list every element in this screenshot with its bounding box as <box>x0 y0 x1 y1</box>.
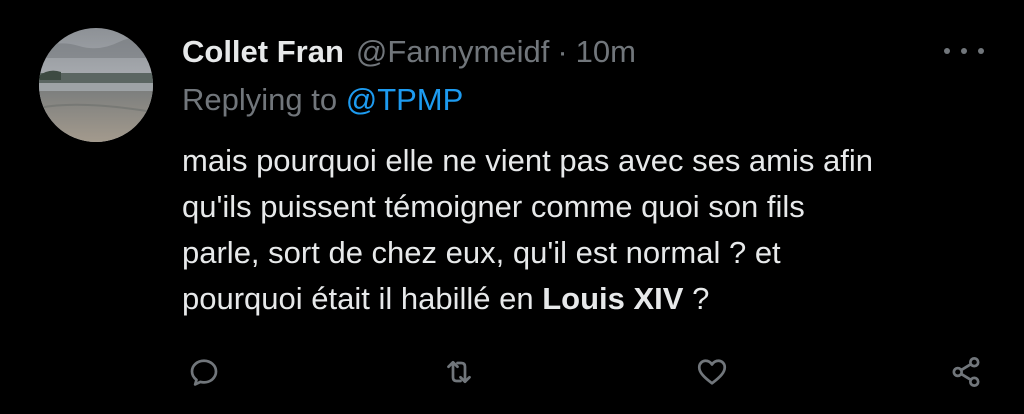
avatar[interactable] <box>39 28 153 142</box>
tweet-text-bold: Louis XIV <box>542 281 684 316</box>
reply-mention-link[interactable]: @TPMP <box>346 82 464 117</box>
tweet-text-line: parle, sort de chez eux, qu'il est norma… <box>182 235 781 270</box>
action-bar <box>182 350 992 394</box>
like-icon <box>697 359 727 385</box>
tweet-text-line: mais pourquoi elle ne vient pas avec ses… <box>182 143 873 178</box>
reply-button[interactable] <box>182 350 226 394</box>
author-handle[interactable]: @Fannymeidf <box>356 34 549 70</box>
tweet-header: Collet Fran @Fannymeidf · 10m <box>182 30 636 74</box>
retweet-button[interactable] <box>437 350 481 394</box>
separator-dot: · <box>557 34 568 69</box>
tweet-text-line: pourquoi était il habillé en Louis XIV ? <box>182 276 982 322</box>
reply-icon <box>190 359 218 386</box>
tweet-text: mais pourquoi elle ne vient pas avec ses… <box>182 138 982 322</box>
author-name[interactable]: Collet Fran <box>182 34 344 70</box>
tweet-text-line: qu'ils puissent témoigner comme quoi son… <box>182 189 805 224</box>
like-button[interactable] <box>690 350 734 394</box>
avatar-photo <box>39 28 153 142</box>
retweet-icon <box>447 360 471 384</box>
replying-to-label: Replying to <box>182 82 346 117</box>
tweet-text-segment: ? <box>683 281 710 316</box>
timestamp[interactable]: 10m <box>576 34 636 70</box>
more-horizontal-icon-dot <box>978 48 984 54</box>
more-horizontal-icon-dot <box>961 48 967 54</box>
more-horizontal-icon-dot <box>944 48 950 54</box>
tweet-text-segment: pourquoi était il habillé en <box>182 281 543 316</box>
replying-to: Replying to @TPMP <box>182 82 463 118</box>
share-button[interactable] <box>944 350 988 394</box>
tweet: Collet Fran @Fannymeidf · 10m Replying t… <box>0 0 1024 414</box>
more-options-button[interactable] <box>944 38 984 64</box>
share-icon <box>952 357 980 387</box>
